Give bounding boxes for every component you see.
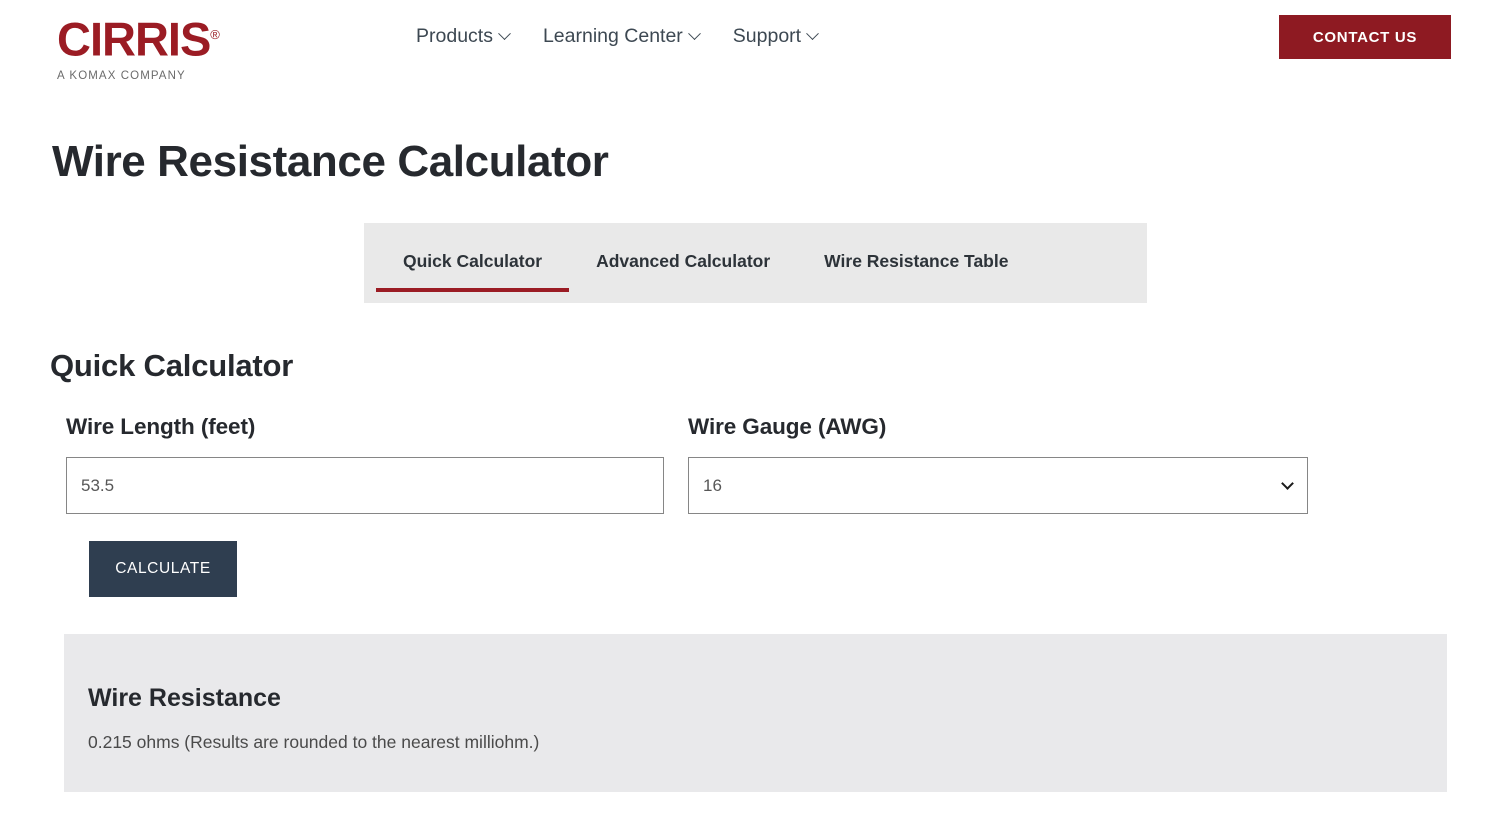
site-logo[interactable]: CIRRIS® A KOMAX COMPANY [57,8,267,82]
wire-length-field-group: Wire Length (feet) [66,412,664,514]
tab-advanced-calculator[interactable]: Advanced Calculator [569,223,797,273]
section-heading-quick-calculator: Quick Calculator [50,348,294,383]
tab-wire-resistance-table[interactable]: Wire Resistance Table [797,223,1035,273]
wire-length-label: Wire Length (feet) [66,414,256,439]
wire-gauge-select[interactable]: 16 [688,457,1308,514]
wire-gauge-label: Wire Gauge (AWG) [688,414,887,439]
nav-item-products[interactable]: Products [416,23,511,49]
nav-item-learning-center[interactable]: Learning Center [542,23,701,49]
nav-item-products-label: Products [416,25,493,47]
tab-list: Quick Calculator Advanced Calculator Wir… [364,223,1147,303]
chevron-down-icon [498,26,511,40]
chevron-down-icon [687,26,701,40]
tab-quick-calculator[interactable]: Quick Calculator [376,223,570,292]
wire-gauge-field-group: Wire Gauge (AWG) 16 [688,412,1308,514]
wire-gauge-select-wrapper: 16 [688,457,1308,514]
site-header: CIRRIS® A KOMAX COMPANY Products Learnin… [0,0,1500,88]
result-title: Wire Resistance [88,684,281,712]
page-title: Wire Resistance Calculator [52,137,609,186]
chevron-down-icon [806,26,819,40]
nav-item-learning-center-label: Learning Center [542,25,683,47]
calculator-tab-bar: Quick Calculator Advanced Calculator Wir… [364,223,1147,303]
logo-wordmark: CIRRIS® [57,8,220,67]
logo-wordmark-text: CIRRIS [57,12,211,66]
main-navigation: Products Learning Center Support [416,23,819,49]
nav-item-support[interactable]: Support [732,23,819,49]
calculate-button[interactable]: CALCULATE [89,541,237,597]
nav-item-support-label: Support [732,25,802,47]
result-value: 0.215 ohms (Results are rounded to the n… [88,732,540,752]
registered-trademark-icon: ® [210,27,220,42]
contact-us-button[interactable]: CONTACT US [1279,15,1451,59]
wire-length-input[interactable] [66,457,664,514]
logo-tagline: A KOMAX COMPANY [57,69,186,82]
result-panel: Wire Resistance 0.215 ohms (Results are … [64,634,1447,792]
